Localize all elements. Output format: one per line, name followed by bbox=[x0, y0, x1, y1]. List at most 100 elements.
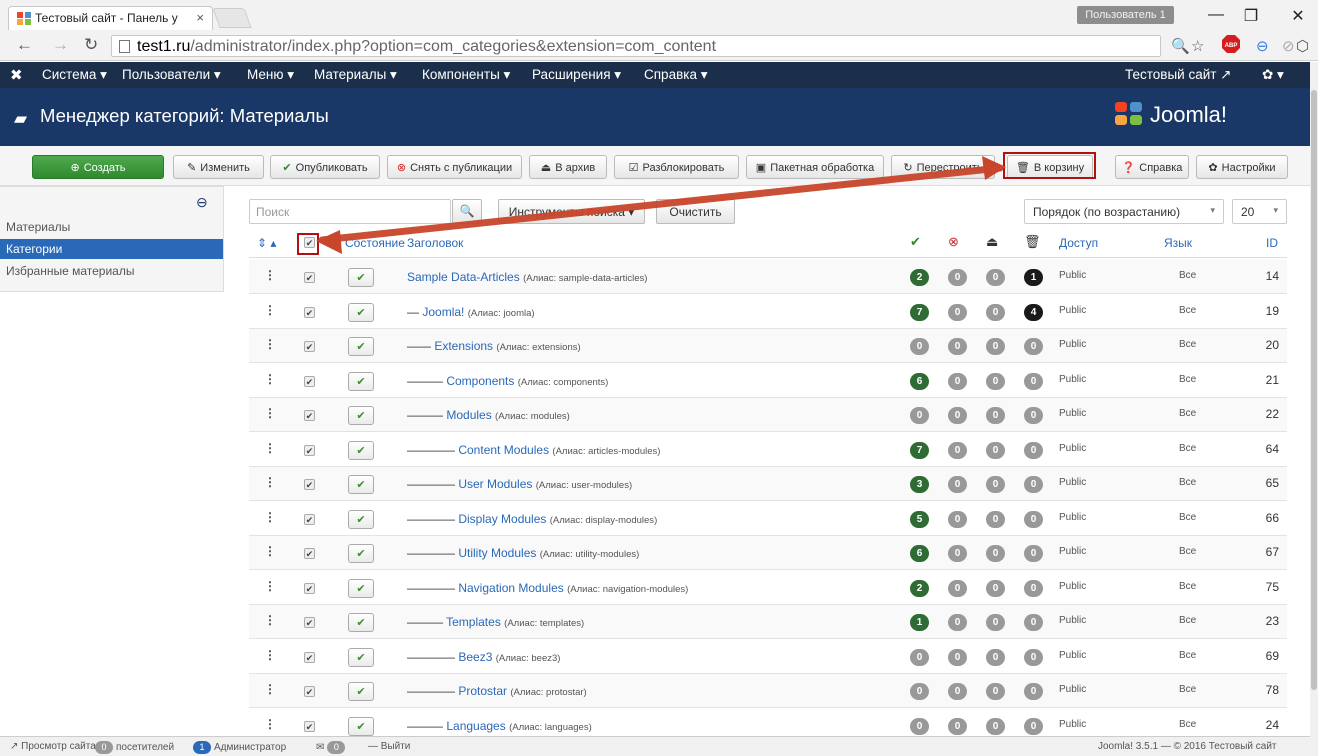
menu-help[interactable]: Справка ▾ bbox=[644, 67, 708, 83]
category-title-link[interactable]: Modules bbox=[446, 408, 491, 422]
unpublished-count-badge[interactable]: 0 bbox=[948, 510, 967, 528]
checkin-button[interactable]: ☑ Разблокировать bbox=[614, 155, 739, 179]
trashed-count-badge[interactable]: 0 bbox=[1024, 648, 1043, 666]
trashed-count-badge[interactable]: 0 bbox=[1024, 441, 1043, 459]
trashed-count-badge[interactable]: 0 bbox=[1024, 372, 1043, 390]
url-input[interactable]: test1.ru/administrator/index.php?option=… bbox=[111, 35, 1161, 57]
zoom-icon[interactable]: 🔍 bbox=[1171, 37, 1190, 55]
extension-icon[interactable]: ⊖ bbox=[1256, 37, 1269, 55]
published-count-badge[interactable]: 3 bbox=[910, 476, 929, 493]
drag-handle-icon[interactable]: ⋮ bbox=[264, 717, 276, 731]
unpublished-count-badge[interactable]: 0 bbox=[948, 303, 967, 321]
scrollbar-thumb[interactable] bbox=[1311, 90, 1317, 690]
publish-toggle-button[interactable]: ✔ bbox=[348, 647, 374, 667]
table-row[interactable]: ⋮ ✔ ✔ ——— Templates (Алиас: templates) 1 0 0 0 P… bbox=[249, 605, 1287, 639]
archived-count-badge[interactable]: 0 bbox=[986, 579, 1005, 597]
publish-toggle-button[interactable]: ✔ bbox=[348, 268, 374, 287]
drag-handle-icon[interactable]: ⋮ bbox=[264, 475, 276, 489]
row-checkbox[interactable]: ✔ bbox=[304, 651, 315, 663]
row-checkbox[interactable]: ✔ bbox=[304, 272, 315, 283]
forward-icon[interactable]: → bbox=[52, 35, 69, 55]
unpublished-count-badge[interactable]: 0 bbox=[948, 545, 967, 562]
publish-toggle-button[interactable]: ✔ bbox=[348, 406, 374, 425]
drag-handle-icon[interactable]: ⋮ bbox=[264, 337, 276, 351]
table-row[interactable]: ⋮ ✔ ✔ ———— User Modules (Алиас: user-module… bbox=[249, 467, 1287, 501]
publish-toggle-button[interactable]: ✔ bbox=[348, 509, 374, 529]
category-title-link[interactable]: Languages bbox=[446, 719, 505, 733]
published-count-badge[interactable]: 6 bbox=[910, 372, 929, 390]
menu-system[interactable]: Система ▾ bbox=[42, 67, 107, 83]
published-count-badge[interactable]: 0 bbox=[910, 338, 929, 355]
back-icon[interactable]: ← bbox=[16, 35, 33, 55]
unpublished-count-badge[interactable]: 0 bbox=[948, 614, 967, 631]
settings-menu-icon[interactable]: ✿ ▾ bbox=[1262, 67, 1284, 83]
archived-count-badge[interactable]: 0 bbox=[986, 407, 1005, 424]
unpublished-count-badge[interactable]: 0 bbox=[948, 441, 967, 459]
archived-count-badge[interactable]: 0 bbox=[986, 614, 1005, 631]
menu-users[interactable]: Пользователи ▾ bbox=[122, 67, 221, 83]
unpublished-count-badge[interactable]: 0 bbox=[948, 717, 967, 735]
search-tools-button[interactable]: Инструменты поиска ▾ bbox=[498, 199, 645, 224]
category-title-link[interactable]: Display Modules bbox=[458, 512, 546, 526]
table-row[interactable]: ⋮ ✔ ✔ ———— Content Modules (Алиас: articles… bbox=[249, 433, 1287, 467]
column-language[interactable]: Язык bbox=[1164, 236, 1192, 250]
ordering-select[interactable]: Порядок (по возрастанию) ▾ bbox=[1024, 199, 1224, 224]
options-button[interactable]: ✿ Настройки bbox=[1196, 155, 1288, 179]
publish-toggle-button[interactable]: ✔ bbox=[348, 578, 374, 598]
published-count-badge[interactable]: 7 bbox=[910, 441, 929, 459]
trashed-count-badge[interactable]: 0 bbox=[1024, 545, 1043, 562]
sort-ordering-icon[interactable]: ⇕ ▴ bbox=[257, 236, 276, 250]
limit-select[interactable]: 20 ▾ bbox=[1232, 199, 1287, 224]
published-count-badge[interactable]: 0 bbox=[910, 683, 929, 700]
row-checkbox[interactable]: ✔ bbox=[304, 306, 315, 318]
column-access[interactable]: Доступ bbox=[1059, 236, 1098, 250]
drag-handle-icon[interactable]: ⋮ bbox=[264, 544, 276, 558]
menu-extensions[interactable]: Расширения ▾ bbox=[532, 67, 621, 83]
archived-count-badge[interactable]: 0 bbox=[986, 717, 1005, 735]
published-count-badge[interactable]: 0 bbox=[910, 717, 929, 735]
category-title-link[interactable]: User Modules bbox=[458, 477, 532, 491]
trashed-count-badge[interactable]: 0 bbox=[1024, 579, 1043, 597]
archived-count-badge[interactable]: 0 bbox=[986, 441, 1005, 459]
published-count-badge[interactable]: 6 bbox=[910, 545, 929, 562]
messages-status[interactable]: ✉ 0 bbox=[316, 741, 348, 754]
extension-2-icon[interactable]: ⊘ bbox=[1282, 37, 1295, 55]
publish-toggle-button[interactable]: ✔ bbox=[348, 337, 374, 356]
trashed-count-badge[interactable]: 0 bbox=[1024, 476, 1043, 493]
publish-toggle-button[interactable]: ✔ bbox=[348, 544, 374, 563]
unpublished-count-badge[interactable]: 0 bbox=[948, 648, 967, 666]
trashed-count-badge[interactable]: 4 bbox=[1024, 303, 1043, 321]
logout-link[interactable]: — Выйти bbox=[368, 741, 410, 752]
row-checkbox[interactable]: ✔ bbox=[304, 341, 315, 352]
row-checkbox[interactable]: ✔ bbox=[304, 720, 315, 732]
archived-count-badge[interactable]: 0 bbox=[986, 545, 1005, 562]
minimize-icon[interactable]: — bbox=[1204, 6, 1228, 24]
sidebar-item-articles[interactable]: Материалы bbox=[0, 217, 223, 237]
row-checkbox[interactable]: ✔ bbox=[304, 375, 315, 387]
trashed-count-badge[interactable]: 0 bbox=[1024, 338, 1043, 355]
trashed-count-badge[interactable]: 0 bbox=[1024, 407, 1043, 424]
published-count-badge[interactable]: 1 bbox=[910, 614, 929, 631]
published-count-badge[interactable]: 5 bbox=[910, 510, 929, 528]
reload-icon[interactable]: ↻ bbox=[84, 35, 98, 55]
extension-3-icon[interactable]: ⬡ bbox=[1296, 37, 1309, 55]
published-count-badge[interactable]: 7 bbox=[910, 303, 929, 321]
category-title-link[interactable]: Components bbox=[446, 374, 514, 388]
trashed-count-badge[interactable]: 0 bbox=[1024, 683, 1043, 700]
publish-toggle-button[interactable]: ✔ bbox=[348, 475, 374, 494]
unpublished-count-badge[interactable]: 0 bbox=[948, 476, 967, 493]
category-title-link[interactable]: Templates bbox=[446, 615, 501, 629]
archived-count-badge[interactable]: 0 bbox=[986, 338, 1005, 355]
archive-button[interactable]: ⏏ В архив bbox=[529, 155, 607, 179]
help-button[interactable]: ❓ Справка bbox=[1115, 155, 1189, 179]
menu-components[interactable]: Компоненты ▾ bbox=[422, 67, 510, 83]
row-checkbox[interactable]: ✔ bbox=[304, 686, 315, 697]
table-row[interactable]: ⋮ ✔ ✔ Sample Data-Articles (Алиас: sample-… bbox=[249, 260, 1287, 294]
row-checkbox[interactable]: ✔ bbox=[304, 513, 315, 525]
category-title-link[interactable]: Joomla! bbox=[422, 305, 464, 319]
sidebar-item-categories[interactable]: Категории bbox=[0, 239, 223, 259]
drag-handle-icon[interactable]: ⋮ bbox=[264, 648, 276, 662]
archived-count-badge[interactable]: 0 bbox=[986, 303, 1005, 321]
archived-count-badge[interactable]: 0 bbox=[986, 372, 1005, 390]
browser-tab[interactable]: Тестовый сайт - Панель у × bbox=[8, 6, 213, 30]
